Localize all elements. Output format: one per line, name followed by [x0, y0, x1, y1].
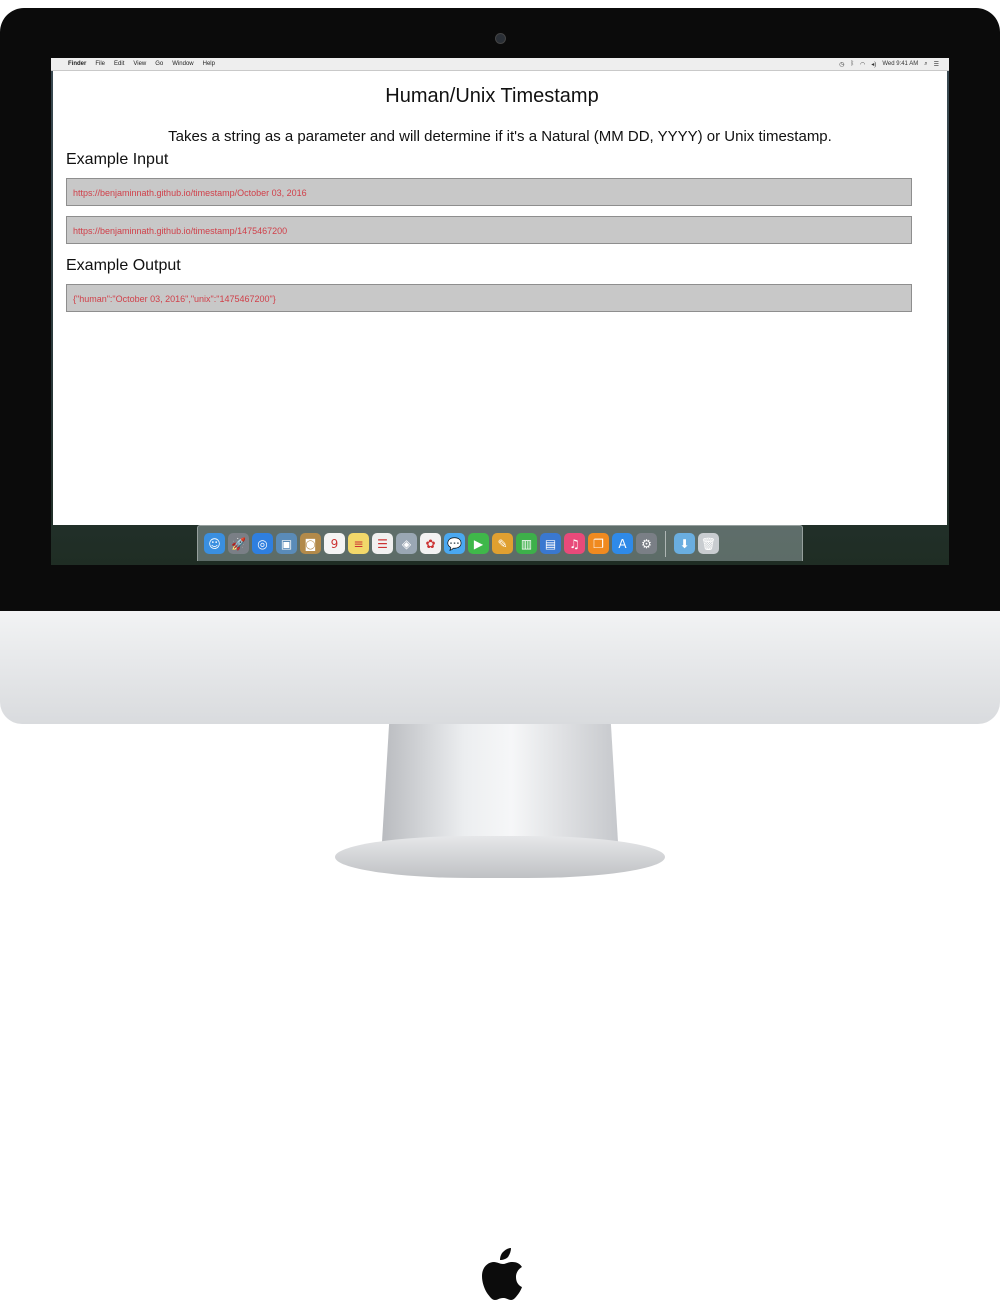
- safari-icon[interactable]: ◎: [252, 533, 273, 554]
- search-icon[interactable]: ⌕: [924, 61, 927, 68]
- system-preferences-icon[interactable]: ⚙: [636, 533, 657, 554]
- imac-chin: [0, 611, 1000, 1300]
- camera-icon: [495, 33, 506, 44]
- menu-clock[interactable]: Wed 9:41 AM: [882, 61, 918, 67]
- facetime-icon[interactable]: ▶: [468, 533, 489, 554]
- photos-icon[interactable]: ✿: [420, 533, 441, 554]
- photo-booth-icon[interactable]: ◈: [396, 533, 417, 554]
- launchpad-icon[interactable]: 🚀: [228, 533, 249, 554]
- menu-file[interactable]: File: [95, 61, 105, 67]
- downloads-folder-icon[interactable]: ⬇: [674, 533, 695, 554]
- menu-edit[interactable]: Edit: [114, 61, 124, 67]
- menu-window[interactable]: Window: [172, 61, 193, 67]
- apple-logo-icon: [482, 1248, 522, 1300]
- keynote-icon[interactable]: ✎: [492, 533, 513, 554]
- screen: Finder File Edit View Go Window Help ◷ ᛒ ◠ ◂)…: [51, 58, 949, 565]
- dock-separator: [665, 530, 666, 557]
- keynote-stand-icon[interactable]: ▤: [540, 533, 561, 554]
- app-store-icon[interactable]: A: [612, 533, 633, 554]
- menu-help[interactable]: Help: [203, 61, 215, 67]
- page-content: Human/Unix Timestamp Takes a string as a…: [53, 71, 947, 525]
- wifi-icon[interactable]: ◠: [860, 61, 865, 68]
- calendar-icon[interactable]: 9: [324, 533, 345, 554]
- trash-icon[interactable]: 🗑: [698, 533, 719, 554]
- numbers-icon[interactable]: ▥: [516, 533, 537, 554]
- page-title: Human/Unix Timestamp: [385, 85, 599, 107]
- menu-view[interactable]: View: [133, 61, 146, 67]
- example-input-heading: Example Input: [66, 151, 169, 168]
- menu-bar: Finder File Edit View Go Window Help ◷ ᛒ ◠ ◂)…: [51, 58, 949, 71]
- reminders-icon[interactable]: ☰: [372, 533, 393, 554]
- volume-icon[interactable]: ◂): [871, 61, 876, 68]
- notification-center-icon[interactable]: ☰: [934, 61, 939, 68]
- imac-stand: [382, 724, 618, 842]
- messages-icon[interactable]: 💬: [444, 533, 465, 554]
- example-input-box: https://benjaminnath.github.io/timestamp…: [66, 216, 912, 244]
- example-output-box: {"human":"October 03, 2016","unix":"1475…: [66, 284, 912, 312]
- clock-icon[interactable]: ◷: [839, 61, 844, 68]
- example-output-heading: Example Output: [66, 257, 181, 274]
- dock: ☺ 🚀 ◎ ▣ ◙ 9 ≡ ☰ ◈ ✿ 💬 ▶ ✎ ▥ ▤ ♫ ❐ A ⚙ ⬇ 🗑: [197, 525, 803, 561]
- imac-stand-base: [335, 836, 665, 878]
- notes-icon[interactable]: ≡: [348, 533, 369, 554]
- itunes-icon[interactable]: ♫: [564, 533, 585, 554]
- bluetooth-icon[interactable]: ᛒ: [850, 61, 854, 67]
- finder-icon[interactable]: ☺: [204, 533, 225, 554]
- example-input-box: https://benjaminnath.github.io/timestamp…: [66, 178, 912, 206]
- preview-icon[interactable]: ▣: [276, 533, 297, 554]
- menu-app-name[interactable]: Finder: [68, 61, 86, 67]
- contacts-icon[interactable]: ◙: [300, 533, 321, 554]
- page-description: Takes a string as a parameter and will d…: [168, 128, 832, 145]
- menu-go[interactable]: Go: [155, 61, 163, 67]
- ibooks-icon[interactable]: ❐: [588, 533, 609, 554]
